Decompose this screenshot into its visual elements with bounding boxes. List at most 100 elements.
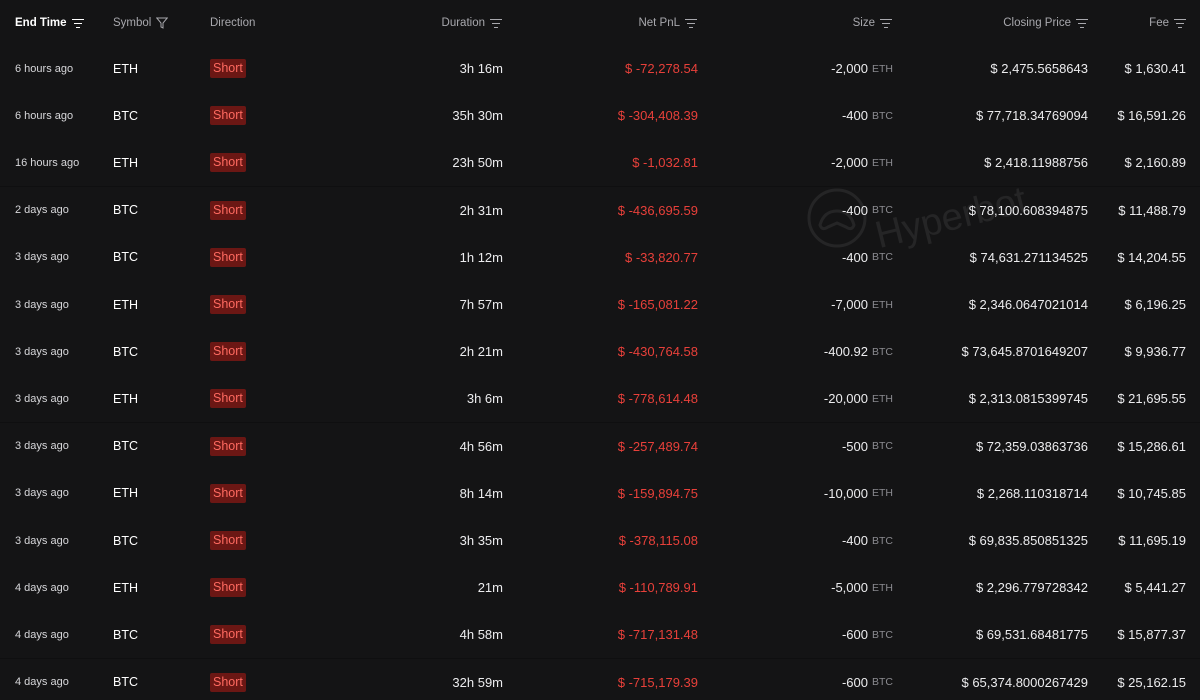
duration-cell: 4h 56m bbox=[460, 423, 503, 470]
end-time: 3 days ago bbox=[15, 487, 69, 500]
symbol-cell: BTC bbox=[113, 187, 138, 234]
size-unit: ETH bbox=[872, 487, 893, 500]
closing-price-cell: $ 72,359.03863736 bbox=[976, 423, 1088, 470]
table-row[interactable]: 3 days ago ETH Short 8h 14m $ -159,894.75 -10… bbox=[0, 469, 1200, 517]
closing-price: $ 78,100.608394875 bbox=[968, 202, 1088, 218]
sort-icon[interactable] bbox=[1076, 18, 1088, 28]
duration: 7h 57m bbox=[459, 297, 503, 312]
fee: $ 2,160.89 bbox=[1124, 155, 1186, 171]
size-value: -600 bbox=[841, 627, 868, 643]
header-net-pnl[interactable]: Net PnL bbox=[638, 0, 697, 46]
fee-cell: $ 5,441.27 bbox=[1125, 564, 1186, 611]
symbol: BTC bbox=[113, 627, 138, 642]
header-fee[interactable]: Fee bbox=[1149, 0, 1186, 46]
symbol-cell: ETH bbox=[113, 564, 138, 611]
end-time: 3 days ago bbox=[15, 440, 69, 453]
end-time-cell: 3 days ago bbox=[15, 281, 69, 328]
net-pnl: $ -257,489.74 bbox=[617, 438, 698, 454]
direction-cell: Short bbox=[210, 423, 246, 470]
header-size-label: Size bbox=[852, 17, 875, 29]
closing-price: $ 69,531.68481775 bbox=[975, 627, 1088, 643]
table-row[interactable]: 2 days ago BTC Short 2h 31m $ -436,695.59 -40… bbox=[0, 186, 1200, 234]
header-symbol[interactable]: Symbol bbox=[113, 0, 169, 46]
sort-icon[interactable] bbox=[71, 18, 84, 28]
direction-badge: Short bbox=[210, 625, 246, 645]
table-row[interactable]: 4 days ago BTC Short 4h 58m $ -717,131.48 -60… bbox=[0, 611, 1200, 659]
header-direction-label: Direction bbox=[210, 17, 256, 29]
duration-cell: 21m bbox=[478, 564, 503, 611]
duration: 8h 14m bbox=[459, 485, 503, 501]
direction-badge: Short bbox=[210, 106, 246, 126]
table-row[interactable]: 3 days ago ETH Short 7h 57m $ -165,081.22 -7,… bbox=[0, 281, 1200, 328]
table-row[interactable]: 6 hours ago ETH Short 3h 16m $ -72,278.54 -2,… bbox=[0, 45, 1200, 92]
end-time: 4 days ago bbox=[15, 628, 69, 641]
end-time-cell: 6 hours ago bbox=[15, 45, 73, 92]
sort-icon[interactable] bbox=[880, 18, 892, 28]
table-row[interactable]: 3 days ago BTC Short 4h 56m $ -257,489.74 -50… bbox=[0, 422, 1200, 470]
net-pnl: $ -436,695.59 bbox=[617, 202, 698, 218]
table-row[interactable]: 4 days ago BTC Short 32h 59m $ -715,179.39 -6… bbox=[0, 658, 1200, 700]
table-row[interactable]: 3 days ago BTC Short 2h 21m $ -430,764.58 -40… bbox=[0, 328, 1200, 376]
closing-price: $ 65,374.8000267429 bbox=[961, 674, 1088, 690]
closing-price-cell: $ 2,296.779728342 bbox=[976, 564, 1088, 611]
end-time-cell: 6 hours ago bbox=[15, 92, 73, 139]
table-row[interactable]: 3 days ago ETH Short 3h 6m $ -778,614.48 -20,… bbox=[0, 375, 1200, 423]
fee-cell: $ 2,160.89 bbox=[1125, 139, 1186, 186]
sort-icon[interactable] bbox=[490, 18, 502, 28]
fee: $ 6,196.25 bbox=[1124, 297, 1186, 312]
fee: $ 16,591.26 bbox=[1117, 108, 1186, 124]
closing-price-cell: $ 2,268.110318714 bbox=[977, 470, 1088, 517]
sort-icon[interactable] bbox=[1174, 18, 1186, 28]
table-row[interactable]: 16 hours ago ETH Short 23h 50m $ -1,032.81 -2… bbox=[0, 139, 1200, 187]
sort-icon[interactable] bbox=[685, 18, 697, 28]
net-pnl-cell: $ -378,115.08 bbox=[619, 517, 698, 564]
direction-cell: Short bbox=[210, 517, 246, 564]
fee-cell: $ 15,286.61 bbox=[1117, 423, 1186, 470]
duration: 32h 59m bbox=[452, 674, 503, 690]
direction-cell: Short bbox=[210, 328, 246, 375]
closing-price: $ 69,835.850851325 bbox=[968, 533, 1088, 548]
header-duration[interactable]: Duration bbox=[442, 0, 502, 46]
closing-price: $ 74,631.271134525 bbox=[969, 249, 1088, 265]
fee: $ 21,695.55 bbox=[1117, 391, 1186, 407]
size-cell: -400 BTC bbox=[842, 234, 893, 281]
table-row[interactable]: 4 days ago ETH Short 21m $ -110,789.91 -5,000… bbox=[0, 564, 1200, 612]
symbol-cell: BTC bbox=[113, 517, 138, 564]
fee-cell: $ 15,877.37 bbox=[1117, 611, 1186, 658]
filter-icon[interactable] bbox=[156, 17, 169, 29]
closing-price: $ 77,718.34769094 bbox=[975, 108, 1088, 124]
header-direction: Direction bbox=[210, 0, 255, 46]
header-closing-price-label: Closing Price bbox=[1003, 17, 1071, 29]
end-time: 2 days ago bbox=[15, 204, 69, 217]
header-closing-price[interactable]: Closing Price bbox=[1003, 0, 1088, 46]
table-row[interactable]: 3 days ago BTC Short 1h 12m $ -33,820.77 -400… bbox=[0, 233, 1200, 281]
fee-cell: $ 16,591.26 bbox=[1117, 92, 1186, 139]
header-size[interactable]: Size bbox=[853, 0, 892, 46]
size-cell: -5,000 ETH bbox=[831, 564, 893, 611]
direction-badge: Short bbox=[210, 200, 246, 220]
table-row[interactable]: 6 hours ago BTC Short 35h 30m $ -304,408.39 -… bbox=[0, 92, 1200, 140]
size-cell: -400 BTC bbox=[842, 187, 893, 234]
symbol-cell: ETH bbox=[113, 375, 138, 422]
size-value: -400 bbox=[841, 249, 868, 265]
duration-cell: 32h 59m bbox=[452, 659, 503, 700]
duration-cell: 23h 50m bbox=[452, 139, 503, 186]
size-cell: -2,000 ETH bbox=[831, 45, 893, 92]
net-pnl: $ -778,614.48 bbox=[617, 391, 698, 407]
end-time: 3 days ago bbox=[15, 345, 69, 358]
direction-badge: Short bbox=[210, 295, 246, 314]
end-time: 3 days ago bbox=[15, 392, 69, 405]
symbol: ETH bbox=[113, 61, 138, 76]
fee-cell: $ 25,162.15 bbox=[1117, 659, 1186, 700]
fee-cell: $ 9,936.77 bbox=[1125, 328, 1186, 375]
header-fee-label: Fee bbox=[1149, 17, 1169, 29]
direction-badge: Short bbox=[210, 389, 246, 409]
header-end-time[interactable]: End Time bbox=[15, 0, 84, 46]
table-row[interactable]: 3 days ago BTC Short 3h 35m $ -378,115.08 -40… bbox=[0, 517, 1200, 564]
size-unit: BTC bbox=[872, 676, 893, 689]
duration-cell: 35h 30m bbox=[452, 92, 503, 139]
end-time: 6 hours ago bbox=[15, 62, 74, 75]
end-time: 4 days ago bbox=[15, 581, 69, 594]
duration-cell: 3h 6m bbox=[467, 375, 503, 422]
end-time-cell: 4 days ago bbox=[15, 659, 69, 700]
